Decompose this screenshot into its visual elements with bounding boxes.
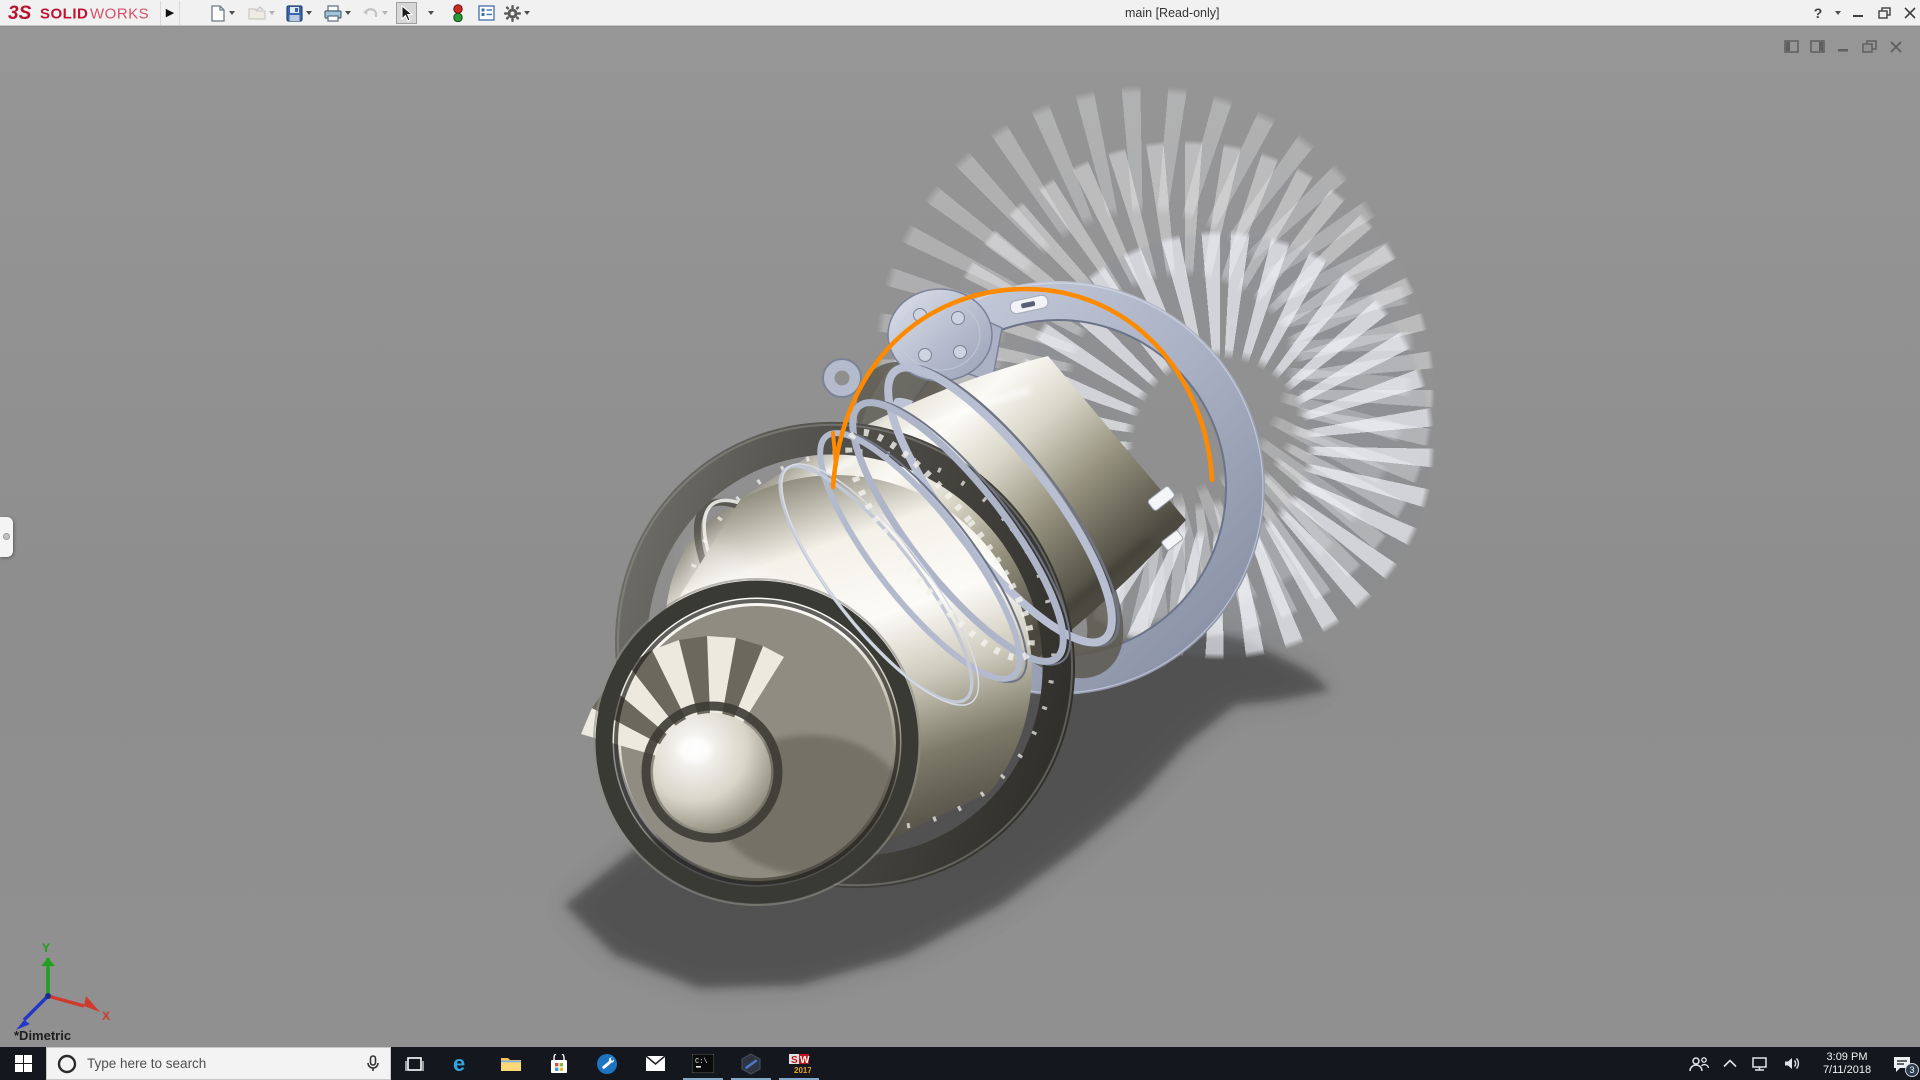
save-icon <box>286 5 303 22</box>
hexagon-app-icon <box>740 1053 762 1075</box>
options-dropdown-caret[interactable] <box>524 11 530 15</box>
edge-icon: e <box>452 1053 474 1075</box>
options-button[interactable] <box>502 2 532 24</box>
start-button[interactable] <box>0 1047 46 1080</box>
traffic-light-icon <box>452 4 464 22</box>
task-view-icon <box>405 1055 425 1073</box>
notification-badge: 3 <box>1905 1063 1919 1077</box>
taskbar-app-file-explorer[interactable] <box>487 1047 535 1080</box>
new-document-button[interactable] <box>208 2 237 24</box>
open-folder-icon <box>248 5 266 21</box>
solidworks-logo: 3S SOLID WORKS <box>8 3 178 23</box>
panel-tab-handle-icon <box>3 533 10 540</box>
save-dropdown-caret[interactable] <box>306 11 312 15</box>
select-tool-button[interactable] <box>396 2 417 24</box>
taskbar-app-mail[interactable] <box>631 1047 679 1080</box>
undo-icon <box>362 5 379 21</box>
volume-icon[interactable] <box>1784 1056 1802 1071</box>
mail-icon <box>645 1055 666 1072</box>
jet-engine-model[interactable] <box>0 0 1920 1080</box>
close-button[interactable] <box>1898 0 1920 26</box>
minimize-button[interactable] <box>1846 0 1870 26</box>
svg-text:WORKS: WORKS <box>90 6 149 23</box>
print-button[interactable] <box>322 2 353 24</box>
panel-collapse-tab[interactable] <box>0 517 13 557</box>
command-prompt-icon: C:\ <box>692 1054 714 1073</box>
search-placeholder: Type here to search <box>87 1056 356 1071</box>
doc-close-icon[interactable] <box>1888 40 1904 54</box>
restore-button[interactable] <box>1872 0 1896 26</box>
show-left-pane-icon[interactable] <box>1784 40 1800 54</box>
dassault-mark: 3S <box>8 3 32 23</box>
undo-button[interactable] <box>360 2 390 24</box>
action-center-button[interactable]: 3 <box>1892 1055 1912 1073</box>
file-explorer-icon <box>500 1055 522 1073</box>
new-dropdown-caret[interactable] <box>229 11 235 15</box>
file-properties-icon <box>478 5 495 21</box>
taskbar-app-command-prompt[interactable]: C:\ <box>679 1047 727 1080</box>
view-orientation-label: *Dimetric <box>14 1028 71 1043</box>
print-dropdown-caret[interactable] <box>345 11 351 15</box>
clock-date: 7/11/2018 <box>1816 1064 1878 1077</box>
taskbar-app-task-view[interactable] <box>391 1047 439 1080</box>
document-window-controls <box>1784 40 1904 54</box>
windows-logo-icon <box>15 1055 32 1072</box>
open-button[interactable] <box>246 2 277 24</box>
taskbar-app-store[interactable] <box>535 1047 583 1080</box>
clock-time: 3:09 PM <box>1816 1051 1878 1064</box>
select-cursor-icon <box>399 5 414 22</box>
cortana-icon <box>57 1054 77 1074</box>
taskbar-clock[interactable]: 3:09 PM 7/11/2018 <box>1816 1051 1878 1077</box>
taskbar-search-box[interactable]: Type here to search <box>46 1047 391 1080</box>
svg-text:2017: 2017 <box>794 1066 811 1075</box>
rebuild-button[interactable] <box>450 2 466 24</box>
store-icon <box>549 1054 569 1074</box>
system-tray: 3:09 PM 7/11/2018 3 <box>1689 1047 1920 1080</box>
svg-text:W: W <box>800 1055 810 1066</box>
titlebar: 3S SOLID WORKS ▶ <box>0 0 1920 26</box>
network-icon[interactable] <box>1751 1056 1770 1072</box>
taskbar-app-hexagon[interactable] <box>727 1047 775 1080</box>
taskbar-app-edge[interactable]: e <box>439 1047 487 1080</box>
triad-x-label: X <box>102 1009 110 1023</box>
menu-expand-button[interactable]: ▶ <box>160 1 180 25</box>
people-icon[interactable] <box>1689 1056 1709 1072</box>
print-icon <box>324 5 342 22</box>
casing-lug[interactable] <box>823 359 861 397</box>
select-dropdown-caret[interactable] <box>428 11 434 15</box>
chevron-up-icon[interactable] <box>1723 1059 1737 1068</box>
svg-text:C:\: C:\ <box>695 1058 708 1066</box>
show-right-pane-icon[interactable] <box>1810 40 1826 54</box>
svg-text:e: e <box>453 1053 465 1075</box>
taskbar: Type here to search e C:\ S W 2017 <box>0 1047 1920 1080</box>
taskbar-app-tools[interactable] <box>583 1047 631 1080</box>
taskbar-app-solidworks[interactable]: S W 2017 <box>775 1047 823 1080</box>
save-button[interactable] <box>284 2 314 24</box>
svg-text:S: S <box>791 1055 798 1066</box>
options-gear-icon <box>504 5 521 22</box>
microphone-icon[interactable] <box>366 1055 380 1073</box>
wrench-circle-icon <box>596 1053 618 1075</box>
doc-minimize-icon[interactable] <box>1836 40 1852 54</box>
file-properties-button[interactable] <box>476 2 497 24</box>
solidworks-2017-icon: S W 2017 <box>787 1052 811 1076</box>
svg-text:SOLID: SOLID <box>40 6 88 23</box>
doc-restore-icon[interactable] <box>1862 40 1878 54</box>
open-dropdown-caret[interactable] <box>269 11 275 15</box>
select-dropdown[interactable] <box>426 2 436 24</box>
undo-dropdown-caret[interactable] <box>382 11 388 15</box>
new-document-icon <box>210 5 226 22</box>
window-title: main [Read-only] <box>1125 6 1220 20</box>
triad-y-label: Y <box>42 941 50 955</box>
